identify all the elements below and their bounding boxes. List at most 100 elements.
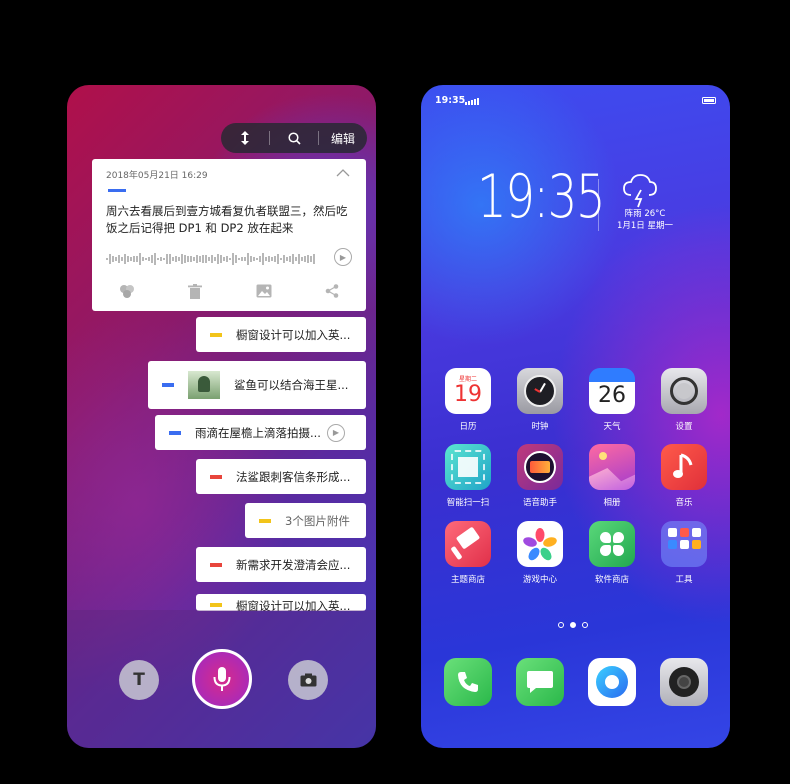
app-music[interactable]: 音乐 (654, 444, 714, 508)
camera-app-icon[interactable] (660, 658, 708, 706)
clock-icon (517, 368, 563, 414)
signal-icon (465, 98, 479, 105)
note-title: 鲨鱼可以结合海王星... (234, 378, 349, 392)
waveform-bar (217, 254, 219, 264)
app-clock[interactable]: 时钟 (510, 368, 570, 432)
page-dot[interactable] (558, 622, 564, 628)
waveform-bar (118, 255, 120, 263)
waveform-bar (241, 257, 243, 261)
home-phone-screen: 19:35 19:35 阵雨 26°C 1月1日 星期一 星期二 19 日历 时… (421, 85, 730, 748)
sort-button[interactable] (221, 123, 269, 153)
waveform-bar (145, 257, 147, 261)
app-label: 游戏中心 (522, 575, 557, 585)
waveform-bar (166, 254, 168, 264)
app-label: 相册 (603, 498, 621, 508)
app-tools-folder[interactable]: 工具 (654, 521, 714, 585)
waveform-bar (154, 253, 156, 265)
search-button[interactable] (270, 123, 318, 153)
clock-widget-time[interactable]: 19:35 (477, 167, 606, 227)
text-note-button[interactable]: T (119, 660, 159, 700)
play-audio-icon[interactable]: ▶ (334, 248, 352, 266)
share-icon[interactable] (325, 284, 339, 298)
note-list-item[interactable]: 鲨鱼可以结合海王星... (148, 361, 366, 409)
waveform-bar (169, 253, 171, 265)
note-color-tag (210, 474, 222, 479)
app-settings[interactable]: 设置 (654, 368, 714, 432)
note-list-item[interactable]: 雨滴在屋檐上滴落拍摄... ▶ (155, 415, 366, 450)
voice-assistant-icon (517, 444, 563, 490)
waveform-bar (193, 257, 195, 261)
rain-cloud-icon[interactable] (621, 173, 659, 209)
app-software-store[interactable]: 软件商店 (582, 521, 642, 585)
waveform-bar (280, 257, 282, 261)
app-label: 智能扫一扫 (446, 498, 490, 508)
page-dot-active[interactable] (570, 622, 576, 628)
search-icon (287, 131, 301, 145)
app-game-center[interactable]: 游戏中心 (510, 521, 570, 585)
voice-record-button[interactable] (192, 649, 252, 709)
waveform-bar (109, 254, 111, 264)
note-list-item[interactable]: 橱窗设计可以加入英... (196, 317, 366, 352)
music-icon (661, 444, 707, 490)
app-label: 软件商店 (594, 575, 629, 585)
waveform-bar (112, 256, 114, 262)
weather-condition: 阵雨 26°C (624, 209, 666, 219)
note-color-tag (162, 383, 174, 387)
waveform-bar (256, 257, 258, 261)
app-label: 日历 (459, 422, 477, 432)
settings-icon (661, 368, 707, 414)
note-list-item[interactable]: 3个图片附件 (245, 503, 366, 538)
browser-icon[interactable] (588, 658, 636, 706)
note-title: 3个图片附件 (285, 513, 350, 528)
camera-icon (300, 673, 316, 687)
trash-icon[interactable] (188, 284, 203, 299)
app-weather[interactable]: 26 天气 (582, 368, 642, 432)
expanded-note-card[interactable]: 2018年05月21日 16:29 周六去看展后到壹方城看复仇者联盟三，然后吃饭… (92, 159, 366, 311)
waveform-bar (223, 257, 225, 261)
waveform-bar (139, 253, 141, 265)
waveform-bar (214, 256, 216, 262)
waveform-bar (289, 255, 291, 263)
waveform-bar (172, 257, 174, 261)
waveform-bar (301, 256, 303, 262)
weather-app-day: 26 (598, 383, 626, 408)
waveform-bar (283, 254, 285, 263)
app-store-icon (589, 521, 635, 567)
note-color-tag (259, 518, 271, 523)
camera-note-button[interactable] (288, 660, 328, 700)
waveform-bar (205, 255, 207, 263)
calendar-icon: 星期二 19 (445, 368, 491, 414)
scan-icon (445, 444, 491, 490)
phone-icon[interactable] (444, 658, 492, 706)
app-gallery[interactable]: 相册 (582, 444, 642, 508)
messages-icon[interactable] (516, 658, 564, 706)
app-label: 工具 (675, 575, 693, 585)
app-theme-store[interactable]: 主题商店 (438, 521, 498, 585)
waveform-bar (190, 255, 192, 263)
note-list-item[interactable]: 新需求开发澄清会应... (196, 547, 366, 582)
page-dot[interactable] (582, 622, 588, 628)
waveform-bar (313, 253, 315, 265)
waveform-bar (181, 254, 183, 264)
waveform-bar (202, 255, 204, 263)
gallery-icon (589, 444, 635, 490)
play-audio-icon[interactable]: ▶ (326, 423, 345, 442)
app-scan[interactable]: 智能扫一扫 (438, 444, 498, 508)
note-list-item[interactable]: 橱窗设计可以加入英... (196, 594, 366, 611)
status-time: 19:35 (435, 95, 466, 106)
weather-date: 1月1日 星期一 (616, 221, 674, 231)
note-title: 法鲨跟刺客信条形成... (236, 469, 351, 484)
note-color-tag (108, 189, 126, 192)
collapse-chevron-icon[interactable] (336, 167, 350, 180)
edit-button[interactable]: 编辑 (319, 123, 367, 153)
app-calendar[interactable]: 星期二 19 日历 (438, 368, 498, 432)
note-title: 新需求开发澄清会应... (236, 557, 351, 572)
note-list-item[interactable]: 法鲨跟刺客信条形成... (196, 459, 366, 494)
waveform-bar (199, 255, 201, 263)
app-voice-assistant[interactable]: 语音助手 (510, 444, 570, 508)
note-date: 2018年05月21日 16:29 (106, 171, 208, 181)
waveform-bar (277, 253, 279, 265)
image-icon[interactable] (256, 284, 272, 298)
page-indicator[interactable] (558, 622, 588, 628)
palette-icon[interactable] (119, 284, 135, 298)
